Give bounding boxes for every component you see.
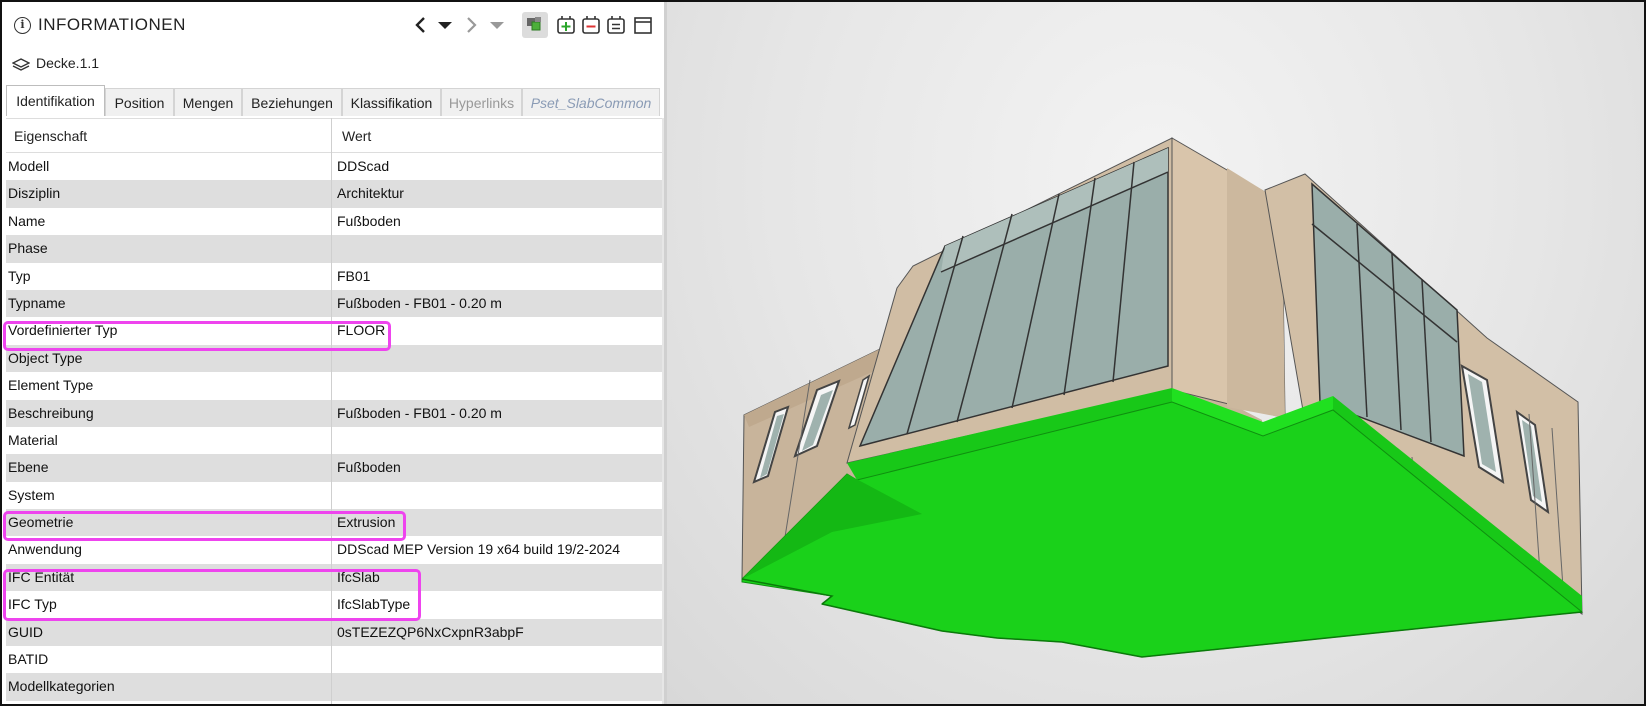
dropdown-arrow-disabled-icon[interactable] bbox=[486, 14, 508, 36]
chevron-right-icon[interactable] bbox=[460, 14, 482, 36]
highlight-box-geometrie bbox=[3, 511, 406, 541]
property-cell: Disziplin bbox=[8, 185, 61, 202]
property-cell: Phase bbox=[8, 240, 48, 257]
property-cell: Typ bbox=[8, 267, 31, 284]
property-cell: Beschreibung bbox=[8, 404, 94, 421]
table-row[interactable]: Modell DDScad bbox=[6, 153, 662, 180]
window-icon[interactable] bbox=[632, 14, 654, 36]
table-header: Eigenschaft Wert bbox=[6, 118, 662, 153]
select-elements-icon[interactable] bbox=[522, 12, 548, 38]
column-header-value[interactable]: Wert bbox=[342, 119, 371, 152]
value-cell: DDScad bbox=[337, 158, 390, 174]
table-row[interactable]: Typname Fußboden - FB01 - 0.20 m bbox=[6, 289, 662, 318]
tab-beziehungen[interactable]: Beziehungen bbox=[242, 88, 342, 116]
table-row[interactable]: BATID bbox=[6, 646, 662, 673]
table-row[interactable]: GUID 0sTEZEZQP6NxCxpnR3abpF bbox=[6, 618, 662, 647]
remove-icon[interactable] bbox=[580, 14, 602, 36]
value-cell: Fußboden - FB01 - 0.20 m bbox=[337, 294, 502, 311]
property-cell: Element Type bbox=[8, 377, 94, 394]
tab-hyperlinks[interactable]: Hyperlinks bbox=[441, 88, 522, 116]
value-cell: Fußboden bbox=[337, 212, 401, 229]
table-row[interactable]: Element Type bbox=[6, 372, 662, 399]
chevron-left-icon[interactable] bbox=[410, 14, 432, 36]
column-header-property[interactable]: Eigenschaft bbox=[14, 119, 87, 152]
information-panel: i INFORMATIONEN Decke.1.1 Identifikation… bbox=[2, 2, 664, 704]
table-row[interactable]: Material bbox=[6, 427, 662, 454]
highlight-box-vordefinierter-typ bbox=[3, 321, 391, 351]
dropdown-arrow-icon[interactable] bbox=[434, 14, 456, 36]
panel-title: INFORMATIONEN bbox=[38, 15, 186, 34]
property-tabs: Identifikation Position Mengen Beziehung… bbox=[6, 85, 660, 116]
property-cell: Modellkategorien bbox=[8, 678, 115, 695]
tab-mengen[interactable]: Mengen bbox=[174, 88, 242, 116]
info-icon: i bbox=[14, 17, 31, 34]
entity-name: Decke.1.1 bbox=[36, 55, 100, 71]
tab-position[interactable]: Position bbox=[105, 88, 174, 116]
layers-icon bbox=[12, 57, 30, 73]
list-icon[interactable] bbox=[605, 14, 627, 36]
3d-viewport[interactable] bbox=[667, 2, 1644, 704]
property-cell: BATID bbox=[8, 651, 49, 668]
value-cell: Architektur bbox=[337, 185, 404, 202]
building-model[interactable] bbox=[667, 2, 1644, 704]
property-cell: Ebene bbox=[8, 459, 49, 476]
table-row[interactable]: Phase bbox=[6, 235, 662, 263]
table-row[interactable]: System bbox=[6, 482, 662, 509]
property-cell: System bbox=[8, 486, 55, 503]
highlight-box-ifc bbox=[3, 569, 421, 621]
tab-pset-slabcommon[interactable]: Pset_SlabCommon bbox=[522, 88, 660, 116]
property-cell: GUID bbox=[8, 623, 43, 640]
value-cell: Fußboden - FB01 - 0.20 m bbox=[337, 404, 502, 421]
table-row[interactable]: Beschreibung Fußboden - FB01 - 0.20 m bbox=[6, 399, 662, 427]
table-row[interactable]: Ebene Fußboden bbox=[6, 454, 662, 482]
value-cell: Fußboden bbox=[337, 459, 401, 476]
property-cell: Modell bbox=[8, 158, 50, 174]
table-row[interactable]: Modellkategorien bbox=[6, 673, 662, 701]
property-cell: Typname bbox=[8, 294, 66, 311]
panel-titlebar: i INFORMATIONEN bbox=[2, 2, 664, 48]
table-row[interactable]: Disziplin Architektur bbox=[6, 180, 662, 208]
app-window: i INFORMATIONEN Decke.1.1 Identifikation… bbox=[0, 0, 1646, 706]
add-icon[interactable] bbox=[555, 14, 577, 36]
property-cell: Material bbox=[8, 431, 58, 448]
tab-klassifikation[interactable]: Klassifikation bbox=[342, 88, 441, 116]
value-cell: FB01 bbox=[337, 267, 371, 284]
tab-identifikation[interactable]: Identifikation bbox=[6, 85, 105, 116]
table-row[interactable]: Name Fußboden bbox=[6, 208, 662, 235]
table-row[interactable]: Typ FB01 bbox=[6, 263, 662, 290]
property-cell: Name bbox=[8, 212, 46, 229]
value-cell: 0sTEZEZQP6NxCxpnR3abpF bbox=[337, 623, 524, 640]
